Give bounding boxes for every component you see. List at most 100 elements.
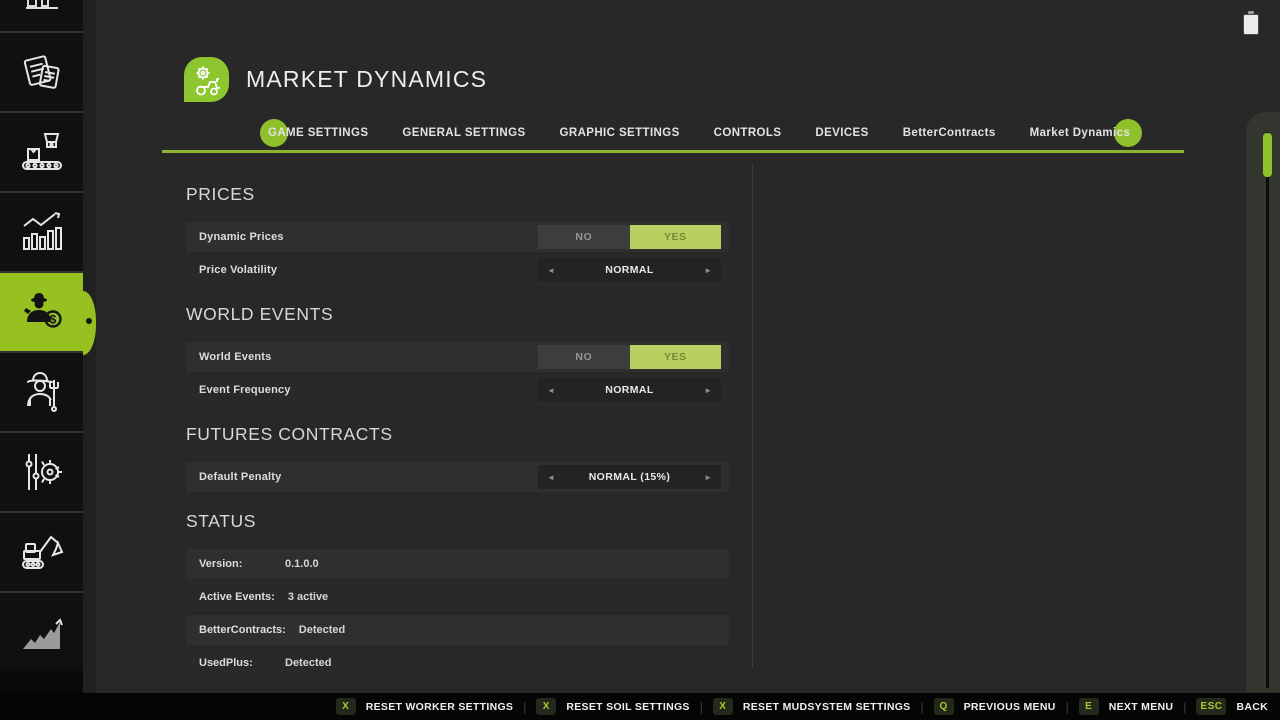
tab-bar: GAME SETTINGS GENERAL SETTINGS GRAPHIC S… — [162, 121, 1184, 145]
sidebar-item-construction[interactable] — [0, 511, 83, 591]
status-row-active-events: Active Events: 3 active — [186, 582, 729, 612]
excavator-icon — [18, 528, 66, 576]
setting-row-default-penalty: Default Penalty ◄ NORMAL (15%) ► — [186, 462, 729, 492]
sidebar-item-workers[interactable] — [0, 351, 83, 431]
key-x: X — [713, 698, 733, 715]
footer-separator: | — [1066, 700, 1069, 714]
arrow-right-icon[interactable]: ► — [704, 473, 712, 482]
section-title-futures-contracts: FUTURES CONTRACTS — [186, 424, 729, 444]
scrollbar-panel — [1246, 112, 1280, 692]
status-label: Version: — [199, 558, 272, 570]
tab-controls[interactable]: CONTROLS — [714, 127, 782, 139]
selector-value: NORMAL — [605, 264, 653, 276]
gear-tractor-icon — [190, 63, 224, 97]
status-value: Detected — [285, 657, 331, 669]
bar-chart-icon — [18, 208, 66, 256]
sidebar-item-top-partial[interactable] — [0, 0, 83, 31]
svg-text:$: $ — [49, 313, 56, 327]
reset-mudsystem-settings-button[interactable]: RESET MUDSYSTEM SETTINGS — [743, 701, 911, 713]
previous-menu-button[interactable]: PREVIOUS MENU — [964, 701, 1056, 713]
sidebar-item-market-dynamics[interactable]: $ — [0, 271, 83, 351]
reset-worker-settings-button[interactable]: RESET WORKER SETTINGS — [366, 701, 513, 713]
setting-row-event-frequency: Event Frequency ◄ NORMAL ► — [186, 375, 729, 405]
setting-label: Event Frequency — [199, 384, 291, 396]
tab-graphic-settings[interactable]: GRAPHIC SETTINGS — [560, 127, 680, 139]
dynamic-prices-toggle: NO YES — [538, 225, 721, 249]
status-value: 0.1.0.0 — [285, 558, 319, 570]
footer-separator: | — [700, 700, 703, 714]
page-title: MARKET DYNAMICS — [246, 66, 487, 93]
status-label: Active Events: — [199, 591, 275, 603]
key-e: E — [1079, 698, 1099, 715]
status-row-usedplus: UsedPlus: Detected — [186, 648, 729, 675]
price-volatility-selector[interactable]: ◄ NORMAL ► — [538, 258, 721, 282]
arrow-right-icon[interactable]: ► — [704, 386, 712, 395]
status-value: 3 active — [288, 591, 328, 603]
sidebar-item-production[interactable] — [0, 111, 83, 191]
selector-value: NORMAL (15%) — [589, 471, 671, 483]
sliders-gear-icon — [18, 448, 66, 496]
papers-icon — [18, 48, 66, 96]
scrollbar-track[interactable] — [1266, 132, 1269, 688]
back-button[interactable]: BACK — [1236, 701, 1268, 713]
key-q: Q — [934, 698, 954, 715]
sidebar-item-statistics[interactable] — [0, 191, 83, 271]
toggle-no-button[interactable]: NO — [538, 225, 630, 249]
area-chart-icon — [18, 608, 66, 656]
tab-label: DEVICES — [815, 127, 868, 139]
arrow-left-icon[interactable]: ◄ — [547, 473, 555, 482]
world-events-toggle: NO YES — [538, 345, 721, 369]
settings-panel: PRICES Dynamic Prices NO YES Price Volat… — [186, 170, 729, 675]
footer-hints-bar: X RESET WORKER SETTINGS | X RESET SOIL S… — [0, 693, 1280, 720]
market-dynamics-settings-screen: $ — [0, 0, 1280, 720]
key-x: X — [536, 698, 556, 715]
key-x: X — [336, 698, 356, 715]
section-title-world-events: WORLD EVENTS — [186, 304, 729, 324]
status-label: UsedPlus: — [199, 657, 272, 669]
sidebar: $ — [0, 0, 83, 693]
arrow-right-icon[interactable]: ► — [704, 266, 712, 275]
section-title-status: STATUS — [186, 511, 729, 531]
tab-general-settings[interactable]: GENERAL SETTINGS — [402, 127, 525, 139]
status-row-bettercontracts: BetterContracts: Detected — [186, 615, 729, 645]
tab-label: Market Dynamics — [1030, 127, 1131, 139]
default-penalty-selector[interactable]: ◄ NORMAL (15%) ► — [538, 465, 721, 489]
tab-label: CONTROLS — [714, 127, 782, 139]
mod-logo — [184, 57, 229, 102]
tab-bettercontracts[interactable]: BetterContracts — [903, 127, 996, 139]
arrow-left-icon[interactable]: ◄ — [547, 386, 555, 395]
event-frequency-selector[interactable]: ◄ NORMAL ► — [538, 378, 721, 402]
active-tab-pointer-dot — [86, 318, 92, 324]
battery-icon — [1243, 14, 1259, 35]
setting-row-price-volatility: Price Volatility ◄ NORMAL ► — [186, 255, 729, 285]
setting-label: Price Volatility — [199, 264, 277, 276]
arrow-left-icon[interactable]: ◄ — [547, 266, 555, 275]
status-label: BetterContracts: — [199, 624, 286, 636]
footer-separator: | — [523, 700, 526, 714]
sidebar-item-documents[interactable] — [0, 31, 83, 111]
footer-separator: | — [1183, 700, 1186, 714]
tab-market-dynamics[interactable]: Market Dynamics — [1030, 127, 1131, 139]
setting-row-dynamic-prices: Dynamic Prices NO YES — [186, 222, 729, 252]
sidebar-item-finances[interactable] — [0, 591, 83, 671]
partial-icon — [22, 0, 62, 14]
setting-label: Default Penalty — [199, 471, 281, 483]
key-esc: ESC — [1196, 698, 1226, 715]
tab-label: GAME SETTINGS — [268, 127, 368, 139]
section-title-prices: PRICES — [186, 184, 729, 204]
scrollbar-thumb[interactable] — [1263, 133, 1272, 177]
next-menu-button[interactable]: NEXT MENU — [1109, 701, 1174, 713]
reset-soil-settings-button[interactable]: RESET SOIL SETTINGS — [566, 701, 689, 713]
tab-game-settings[interactable]: GAME SETTINGS — [268, 127, 368, 139]
setting-row-world-events: World Events NO YES — [186, 342, 729, 372]
content-divider — [752, 165, 753, 668]
sidebar-item-settings[interactable] — [0, 431, 83, 511]
tab-devices[interactable]: DEVICES — [815, 127, 868, 139]
status-value: Detected — [299, 624, 345, 636]
toggle-yes-button[interactable]: YES — [630, 225, 722, 249]
tab-label: BetterContracts — [903, 127, 996, 139]
status-row-version: Version: 0.1.0.0 — [186, 549, 729, 579]
setting-label: World Events — [199, 351, 272, 363]
toggle-yes-button[interactable]: YES — [630, 345, 722, 369]
toggle-no-button[interactable]: NO — [538, 345, 630, 369]
